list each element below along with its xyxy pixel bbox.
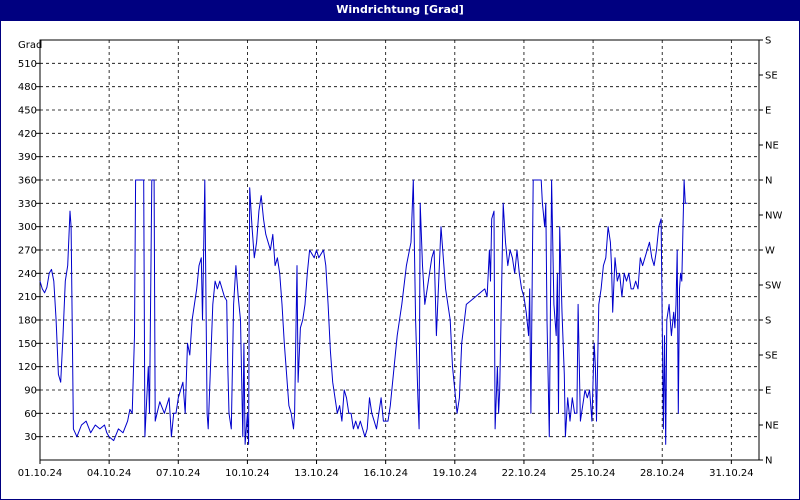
y-tick-label: 120 [18, 362, 37, 373]
x-tick-label: 01.10.24 [18, 468, 63, 479]
right-tick-label: NW [765, 211, 782, 222]
y-axis-ticks: 30 60 90 120 150 180 210 240 270 300 330 360 390 420 4… [18, 59, 40, 443]
x-axis-ticks: 01.10.24 04.10.24 07.10.24 10.10.24 13.10.24… [18, 460, 754, 479]
right-tick-label: SE [765, 71, 778, 82]
y-tick-label: 150 [18, 339, 37, 350]
x-tick-label: 25.10.24 [571, 468, 616, 479]
y-tick-label: 240 [18, 269, 37, 280]
right-axis-ticks: N NE E SE S SW W NW N NE E SE S [759, 36, 782, 467]
x-tick-label: 16.10.24 [363, 468, 408, 479]
right-tick-label: W [765, 246, 775, 257]
y-axis-label: Grad [18, 40, 42, 51]
right-tick-label: SE [765, 351, 778, 362]
x-tick-label: 10.10.24 [225, 468, 270, 479]
right-tick-label: N [765, 176, 772, 187]
right-tick-label: E [765, 106, 771, 117]
x-tick-label: 19.10.24 [433, 468, 478, 479]
x-tick-label: 28.10.24 [640, 468, 685, 479]
series-line [39, 179, 688, 445]
right-tick-label: N [765, 456, 772, 467]
y-tick-label: 390 [18, 152, 37, 163]
x-tick-label: 07.10.24 [156, 468, 201, 479]
x-tick-label: 31.10.24 [709, 468, 754, 479]
y-tick-label: 300 [18, 222, 37, 233]
x-tick-label: 13.10.24 [294, 468, 339, 479]
right-tick-label: S [765, 316, 771, 327]
x-tick-label: 22.10.24 [502, 468, 547, 479]
y-tick-label: 480 [18, 82, 37, 93]
right-tick-label: E [765, 386, 771, 397]
x-tick-label: 04.10.24 [87, 468, 132, 479]
y-tick-label: 420 [18, 129, 37, 140]
y-tick-label: 60 [24, 409, 37, 420]
right-tick-label: SW [765, 281, 781, 292]
y-tick-label: 510 [18, 59, 37, 70]
y-tick-label: 330 [18, 199, 37, 210]
y-tick-label: 270 [18, 246, 37, 257]
series-group [39, 179, 688, 445]
y-tick-label: 90 [24, 386, 37, 397]
right-tick-label: S [765, 36, 771, 47]
y-tick-label: 360 [18, 176, 37, 187]
right-tick-label: NE [765, 141, 779, 152]
y-tick-label: 180 [18, 316, 37, 327]
y-tick-label: 210 [18, 292, 37, 303]
right-tick-label: NE [765, 421, 779, 432]
y-tick-label: 30 [24, 432, 37, 443]
wind-direction-chart: 30 60 90 120 150 180 210 240 270 300 330 360 390 420 4… [18, 36, 783, 480]
y-tick-label: 450 [18, 106, 37, 117]
